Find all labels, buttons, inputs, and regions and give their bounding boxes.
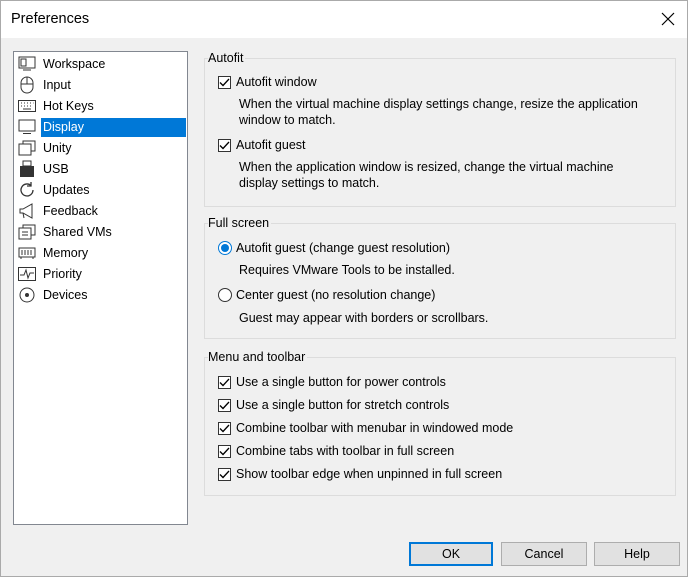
sidebar-item-label: Priority xyxy=(43,266,82,281)
autofit-group-title: Autofit xyxy=(208,51,246,65)
sidebar-item-label: Hot Keys xyxy=(43,98,94,113)
checkbox-box[interactable] xyxy=(218,75,231,89)
sidebar-item-label: Memory xyxy=(43,245,89,260)
check-icon xyxy=(219,378,230,386)
sidebar-item-label: Updates xyxy=(43,182,90,197)
ok-button[interactable]: OK xyxy=(409,542,493,566)
sidebar-item-priority[interactable]: Priority xyxy=(18,264,186,284)
memory-icon xyxy=(18,244,38,262)
mouse-icon xyxy=(18,76,38,94)
checkbox-label: Combine toolbar with menubar in windowed… xyxy=(236,421,514,435)
sidebar-item-label: Devices xyxy=(43,287,88,302)
sidebar-item-hot-keys[interactable]: Hot Keys xyxy=(18,96,186,116)
checkbox-box[interactable] xyxy=(218,138,231,152)
sidebar-item-label: Feedback xyxy=(43,203,98,218)
autofit-guest-radio-description: Requires VMware Tools to be installed. xyxy=(239,263,455,277)
checkbox-box[interactable] xyxy=(218,398,231,412)
sidebar-item-label: Display xyxy=(41,117,186,137)
autofit-window-description: When the virtual machine display setting… xyxy=(239,96,638,128)
autofit-guest-description: When the application window is resized, … xyxy=(239,159,614,191)
check-icon xyxy=(219,401,230,409)
menu-toolbar-group-title: Menu and toolbar xyxy=(208,350,308,364)
workspace-icon xyxy=(18,55,38,73)
shared-vms-icon xyxy=(18,223,38,241)
sidebar-item-label: Workspace xyxy=(43,56,106,71)
check-icon xyxy=(219,470,230,478)
checkbox-box[interactable] xyxy=(218,375,231,389)
sidebar-item-unity[interactable]: Unity xyxy=(18,138,186,158)
checkbox-box[interactable] xyxy=(218,421,231,435)
help-button[interactable]: Help xyxy=(594,542,680,566)
check-icon xyxy=(219,78,230,86)
checkbox-label: Use a single button for stretch controls xyxy=(236,398,450,412)
title-bar: Preferences xyxy=(1,1,687,38)
check-icon xyxy=(219,424,230,432)
combine-tabs-toolbar-checkbox[interactable]: Combine tabs with toolbar in full screen xyxy=(218,442,454,460)
window-title: Preferences xyxy=(11,11,90,27)
sidebar-item-workspace[interactable]: Workspace xyxy=(18,54,186,74)
sidebar-item-shared-vms[interactable]: Shared VMs xyxy=(18,222,186,242)
sidebar-item-label: Shared VMs xyxy=(43,224,112,239)
checkbox-box[interactable] xyxy=(218,467,231,481)
show-toolbar-edge-checkbox[interactable]: Show toolbar edge when unpinned in full … xyxy=(218,465,502,483)
radio-dot-icon xyxy=(221,244,229,252)
check-icon xyxy=(219,447,230,455)
description-line: When the virtual machine display setting… xyxy=(239,97,638,111)
sidebar-item-memory[interactable]: Memory xyxy=(18,243,186,263)
radio-button[interactable] xyxy=(218,241,232,255)
refresh-icon xyxy=(18,181,38,199)
megaphone-icon xyxy=(18,202,38,220)
close-icon xyxy=(661,12,675,26)
description-line: display settings to match. xyxy=(239,176,380,190)
sidebar-item-label: Unity xyxy=(43,140,72,155)
description-line: When the application window is resized, … xyxy=(239,160,614,174)
cancel-button[interactable]: Cancel xyxy=(501,542,587,566)
devices-icon xyxy=(18,286,38,304)
sidebar-item-display[interactable]: Display xyxy=(18,117,186,137)
usb-icon xyxy=(18,160,38,178)
sidebar-item-label: Input xyxy=(43,77,71,92)
checkbox-box[interactable] xyxy=(218,444,231,458)
autofit-window-label: Autofit window xyxy=(236,75,317,89)
sidebar-item-feedback[interactable]: Feedback xyxy=(18,201,186,221)
sidebar-item-usb[interactable]: USB xyxy=(18,159,186,179)
description-line: window to match. xyxy=(239,113,336,127)
autofit-guest-radio-label: Autofit guest (change guest resolution) xyxy=(236,241,451,255)
autofit-window-checkbox[interactable]: Autofit window xyxy=(218,73,317,91)
sidebar-item-input[interactable]: Input xyxy=(18,75,186,95)
checkbox-label: Combine tabs with toolbar in full screen xyxy=(236,444,455,458)
sidebar-item-label: USB xyxy=(43,161,69,176)
single-power-button-checkbox[interactable]: Use a single button for power controls xyxy=(218,373,446,391)
autofit-guest-checkbox[interactable]: Autofit guest xyxy=(218,136,306,154)
pulse-icon xyxy=(18,265,38,283)
sidebar-item-updates[interactable]: Updates xyxy=(18,180,186,200)
radio-button[interactable] xyxy=(218,288,232,302)
full-screen-group-title: Full screen xyxy=(208,216,272,230)
check-icon xyxy=(219,141,230,149)
close-button[interactable] xyxy=(655,7,681,31)
center-guest-radio-description: Guest may appear with borders or scrollb… xyxy=(239,311,489,325)
combine-toolbar-menubar-checkbox[interactable]: Combine toolbar with menubar in windowed… xyxy=(218,419,513,437)
center-guest-radio[interactable]: Center guest (no resolution change) xyxy=(218,286,435,304)
checkbox-label: Use a single button for power controls xyxy=(236,375,446,389)
checkbox-label: Show toolbar edge when unpinned in full … xyxy=(236,467,503,481)
keyboard-icon xyxy=(18,97,38,115)
monitor-icon xyxy=(18,118,38,136)
autofit-guest-label: Autofit guest xyxy=(236,138,306,152)
category-list[interactable]: Workspace Input Hot Keys Display Unity U… xyxy=(13,51,188,525)
sidebar-item-devices[interactable]: Devices xyxy=(18,285,186,305)
center-guest-radio-label: Center guest (no resolution change) xyxy=(236,288,436,302)
single-stretch-button-checkbox[interactable]: Use a single button for stretch controls xyxy=(218,396,449,414)
unity-icon xyxy=(18,139,38,157)
autofit-guest-radio[interactable]: Autofit guest (change guest resolution) xyxy=(218,239,450,257)
